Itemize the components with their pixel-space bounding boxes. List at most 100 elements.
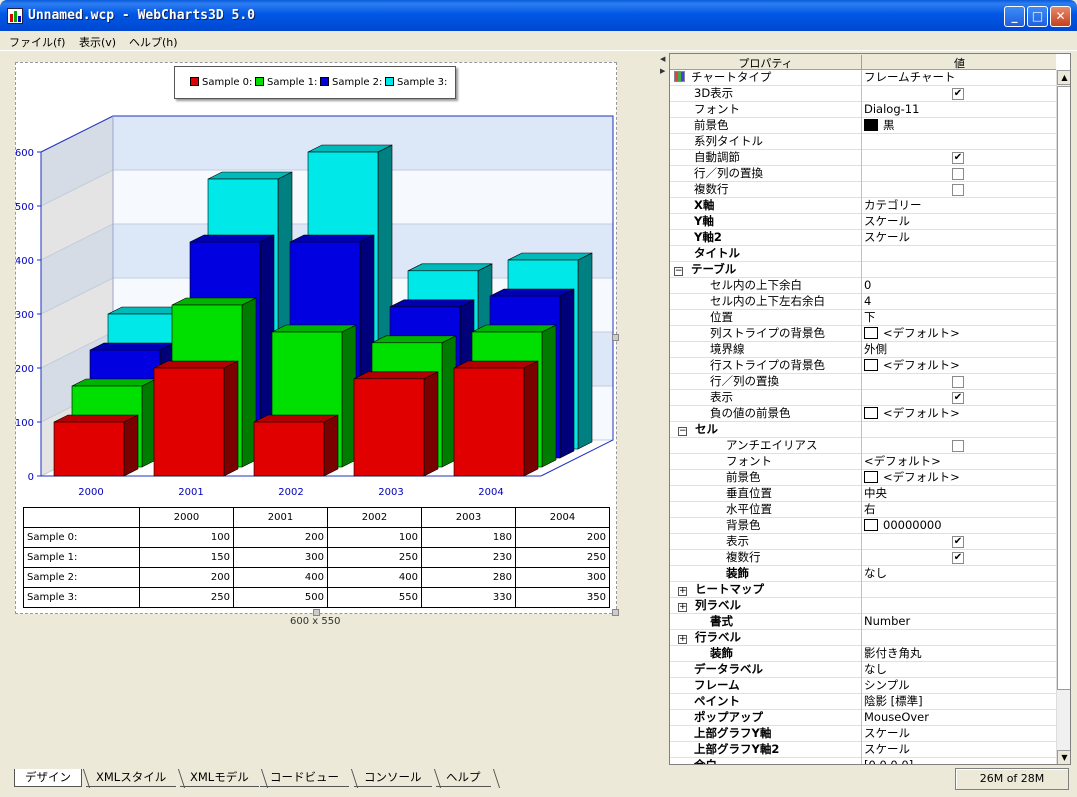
property-row[interactable]: 表示 ✔: [670, 390, 1056, 406]
color-swatch[interactable]: [864, 407, 878, 419]
color-swatch[interactable]: [864, 327, 878, 339]
property-value[interactable]: ✔: [864, 86, 1054, 102]
property-value[interactable]: 4: [864, 294, 1054, 310]
bar-0-3[interactable]: [353, 371, 439, 477]
tab-xml-style[interactable]: XMLスタイル: [86, 769, 177, 787]
collapse-left-icon[interactable]: ◀: [660, 55, 665, 63]
property-row[interactable]: + 行ラベル: [670, 630, 1056, 646]
property-value[interactable]: スケール: [864, 230, 1054, 246]
panel-splitter[interactable]: ◀ ▶: [658, 53, 668, 765]
property-value[interactable]: ✔: [864, 534, 1054, 550]
tab-design[interactable]: デザイン: [14, 769, 82, 787]
expand-icon[interactable]: +: [678, 587, 687, 596]
property-row[interactable]: フォント Dialog-11: [670, 102, 1056, 118]
property-checkbox[interactable]: [952, 168, 964, 180]
resize-handle-corner[interactable]: [612, 609, 619, 616]
property-row[interactable]: X軸 カテゴリー: [670, 198, 1056, 214]
property-value[interactable]: Dialog-11: [864, 102, 1054, 118]
property-row[interactable]: 行／列の置換: [670, 374, 1056, 390]
property-row[interactable]: + ヒートマップ: [670, 582, 1056, 598]
tab-code-view[interactable]: コードビュー: [260, 769, 349, 787]
resize-handle-bottom[interactable]: [313, 609, 320, 616]
expand-icon[interactable]: +: [678, 603, 687, 612]
property-value[interactable]: なし: [864, 662, 1054, 678]
property-row[interactable]: 系列タイトル: [670, 134, 1056, 150]
property-value[interactable]: 下: [864, 310, 1054, 326]
property-row[interactable]: タイトル: [670, 246, 1056, 262]
property-value[interactable]: スケール: [864, 726, 1054, 742]
property-value[interactable]: 影付き角丸: [864, 646, 1054, 662]
property-row[interactable]: ペイント 陰影 [標準]: [670, 694, 1056, 710]
property-value[interactable]: Number: [864, 614, 1054, 630]
property-value[interactable]: 右: [864, 502, 1054, 518]
property-value[interactable]: <デフォルト>: [864, 454, 1054, 470]
property-row[interactable]: 行／列の置換: [670, 166, 1056, 182]
menu-file[interactable]: ファイル(f): [9, 34, 65, 50]
property-row[interactable]: ポップアップ MouseOver: [670, 710, 1056, 726]
property-row[interactable]: 列ストライプの背景色 <デフォルト>: [670, 326, 1056, 342]
property-value[interactable]: <デフォルト>: [864, 358, 1054, 374]
collapse-right-icon[interactable]: ▶: [660, 67, 665, 75]
property-value[interactable]: 外側: [864, 342, 1054, 358]
property-row[interactable]: − テーブル: [670, 262, 1056, 278]
property-row[interactable]: + 列ラベル: [670, 598, 1056, 614]
property-checkbox[interactable]: ✔: [952, 552, 964, 564]
memory-indicator[interactable]: 26M of 28M: [955, 768, 1069, 790]
color-swatch[interactable]: [864, 471, 878, 483]
collapse-icon[interactable]: −: [674, 267, 683, 276]
chart-canvas[interactable]: 0 100 200 300 400 500 600 2000 2001 2002 2003 2004 …: [15, 62, 619, 616]
property-value[interactable]: [864, 630, 1054, 646]
property-checkbox[interactable]: ✔: [952, 392, 964, 404]
resize-handle-right[interactable]: [612, 334, 619, 341]
tab-help[interactable]: ヘルプ: [436, 769, 491, 787]
property-checkbox[interactable]: ✔: [952, 88, 964, 100]
property-value[interactable]: 中央: [864, 486, 1054, 502]
property-row[interactable]: 装飾 なし: [670, 566, 1056, 582]
property-row[interactable]: Y軸 スケール: [670, 214, 1056, 230]
property-checkbox[interactable]: ✔: [952, 152, 964, 164]
property-value[interactable]: [864, 166, 1054, 182]
expand-icon[interactable]: +: [678, 635, 687, 644]
property-value[interactable]: なし: [864, 566, 1054, 582]
property-row[interactable]: フレーム シンプル: [670, 678, 1056, 694]
property-row[interactable]: 複数行: [670, 182, 1056, 198]
bar-0-2[interactable]: [253, 414, 339, 477]
property-row[interactable]: 前景色 黒: [670, 118, 1056, 134]
property-row[interactable]: 位置 下: [670, 310, 1056, 326]
bar-0-4[interactable]: [453, 360, 539, 477]
menu-view[interactable]: 表示(v): [79, 34, 116, 50]
color-swatch[interactable]: [864, 519, 878, 531]
property-value[interactable]: [864, 598, 1054, 614]
column-header-property[interactable]: プロパティ: [670, 55, 862, 71]
property-row[interactable]: フォント <デフォルト>: [670, 454, 1056, 470]
close-button[interactable]: ✕: [1050, 6, 1071, 27]
property-checkbox[interactable]: ✔: [952, 536, 964, 548]
collapse-icon[interactable]: −: [678, 427, 687, 436]
property-row[interactable]: Y軸2 スケール: [670, 230, 1056, 246]
bar-0-0[interactable]: [53, 414, 139, 477]
property-value[interactable]: <デフォルト>: [864, 326, 1054, 342]
property-value[interactable]: [864, 246, 1054, 262]
property-value[interactable]: MouseOver: [864, 710, 1054, 726]
property-value[interactable]: ✔: [864, 390, 1054, 406]
property-value[interactable]: [864, 582, 1054, 598]
title-bar[interactable]: Unnamed.wcp - WebCharts3D 5.0 _ □ ✕: [0, 0, 1077, 31]
property-row[interactable]: セル内の上下余白 0: [670, 278, 1056, 294]
property-value[interactable]: <デフォルト>: [864, 470, 1054, 486]
column-header-value[interactable]: 値: [863, 55, 1056, 71]
property-row[interactable]: 負の値の前景色 <デフォルト>: [670, 406, 1056, 422]
property-scrollbar[interactable]: ▲ ▼: [1056, 70, 1070, 764]
property-value[interactable]: [864, 262, 1054, 278]
scroll-down-icon[interactable]: ▼: [1057, 750, 1070, 764]
property-checkbox[interactable]: [952, 376, 964, 388]
property-row[interactable]: 余白 [0,0,0,0]: [670, 758, 1056, 764]
property-row[interactable]: 自動調節 ✔: [670, 150, 1056, 166]
property-row[interactable]: 境界線 外側: [670, 342, 1056, 358]
property-row[interactable]: 水平位置 右: [670, 502, 1056, 518]
property-value[interactable]: スケール: [864, 214, 1054, 230]
bar-0-1[interactable]: [153, 360, 239, 477]
property-value[interactable]: カテゴリー: [864, 198, 1054, 214]
maximize-button[interactable]: □: [1027, 6, 1048, 27]
property-value[interactable]: <デフォルト>: [864, 406, 1054, 422]
property-checkbox[interactable]: [952, 440, 964, 452]
